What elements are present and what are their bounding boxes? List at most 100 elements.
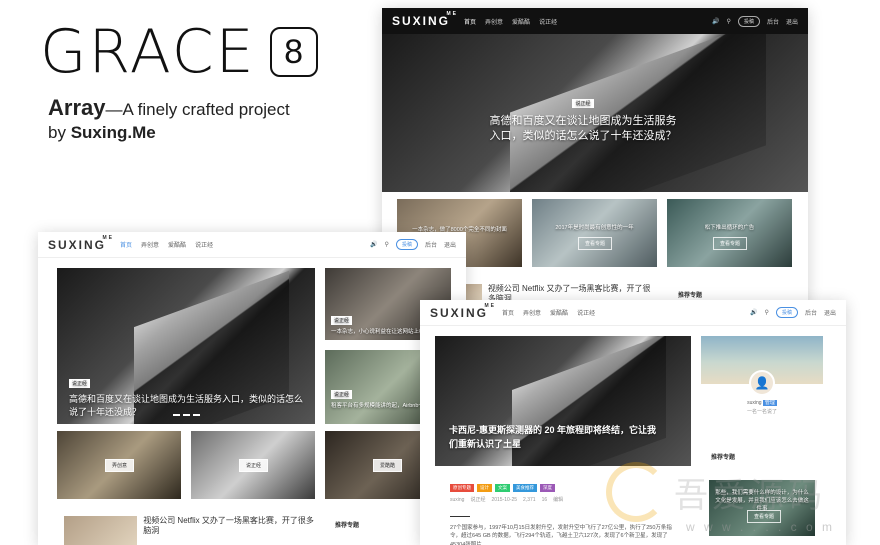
tagline-rest: —A finely crafted project (105, 100, 290, 119)
topic-button[interactable]: 查看专题 (578, 237, 613, 250)
nav-bar: SUXING ME 首页 弄创意 爱酷酷 说正经 🔊 ⚲ 投稿 后台 退出 (38, 232, 466, 258)
publish-date: 2015-10-25 (491, 496, 518, 503)
tag-link[interactable]: 文案 (495, 484, 510, 492)
hero-caption: 说正经 高德和百度又在谈让地图成为生活服务 入口，类似的话怎么说了十年还没成？ (468, 92, 698, 144)
slider-dots[interactable] (173, 414, 200, 416)
article-title: 卡西尼-惠更斯探测器的 20 年旅程即将终结，它让我 们重新认识了土星 (449, 424, 681, 451)
menu-item-home[interactable]: 首页 (502, 308, 514, 317)
hero-caption: 说正经 高德和百度又在谈让地图成为生活服务入口，类似的话怎么说了十年还没成？ (69, 372, 305, 418)
bell-icon[interactable]: 🔊 (370, 241, 377, 248)
profile-bio: 一名一名说了 (746, 409, 777, 415)
category-card[interactable]: 说正经 (191, 431, 315, 499)
main-menu: 首页 弄创意 爱酷酷 说正经 (464, 17, 712, 26)
card-image[interactable]: 松下推出循环的广告 查看专题 (667, 199, 792, 267)
author-name: Suxing.Me (70, 123, 156, 142)
sidebar-title: 推荐专题 (678, 293, 703, 299)
category-label[interactable]: 弄创意 (105, 459, 135, 472)
search-icon[interactable]: ⚲ (385, 241, 389, 248)
submit-button[interactable]: 投稿 (775, 307, 798, 318)
promo-stage: GRACE 8 Array—A finely crafted project b… (0, 0, 880, 545)
author-name[interactable]: suxing (450, 497, 464, 503)
list-item[interactable]: 视频公司 Netflix 又办了一场黑客比赛，开了很多脑洞 (64, 516, 314, 545)
logout-link[interactable]: 退出 (444, 240, 456, 249)
menu-item-serious[interactable]: 说正经 (195, 240, 213, 249)
menu-item-serious[interactable]: 说正经 (577, 308, 595, 317)
divider (450, 516, 470, 517)
tag-link[interactable]: 深度 (540, 484, 555, 492)
menu-item-creative[interactable]: 弄创意 (523, 308, 541, 317)
site-logo[interactable]: SUXING ME (392, 11, 456, 28)
site-logo[interactable]: SUXING ME (430, 303, 494, 320)
menu-item-creative[interactable]: 弄创意 (141, 240, 159, 249)
array-word: Array (48, 95, 106, 120)
profile-name[interactable]: suxing (747, 400, 761, 406)
hero-tag[interactable]: 说正经 (69, 379, 91, 388)
profile-name-row: suxing 管理 (701, 399, 823, 406)
search-icon[interactable]: ⚲ (765, 309, 769, 316)
article-body: 27个国家参与，1997年10月15日发射升空，发射升空中飞行了27亿公里，执行… (450, 525, 672, 545)
category-label[interactable]: 说正经 (239, 459, 269, 472)
card-title: 松下推出循环的广告 (704, 225, 755, 231)
topic-button[interactable]: 查看专题 (713, 237, 748, 250)
submit-button[interactable]: 投稿 (395, 239, 418, 250)
tagline: Array—A finely crafted project (48, 95, 290, 121)
list-thumb (64, 516, 138, 545)
bell-icon[interactable]: 🔊 (750, 309, 757, 316)
tag-link[interactable]: 设计 (477, 484, 492, 492)
logout-link[interactable]: 退出 (824, 308, 836, 317)
like-count[interactable]: 16 (542, 497, 548, 503)
nav-tools: 🔊 ⚲ 投稿 后台 退出 (370, 239, 456, 250)
watermark-logo-icon (606, 462, 666, 522)
hero-image[interactable]: 说正经 高德和百度又在谈让地图成为生活服务入口，类似的话怎么说了十年还没成？ (57, 268, 315, 424)
bell-icon[interactable]: 🔊 (712, 18, 719, 25)
logout-link[interactable]: 退出 (786, 17, 798, 26)
category-card[interactable]: 弄创意 (57, 431, 181, 499)
watermark: 吾爱源码 (606, 462, 826, 522)
site-logo[interactable]: SUXING ME (48, 235, 112, 252)
by-word: by (48, 123, 66, 142)
article-tags: 原创专题 设计 文案 美食推荐 深度 (450, 484, 555, 492)
list-title[interactable]: 视频公司 Netflix 又办了一场黑客比赛，开了很多脑洞 (143, 516, 314, 545)
watermark-url: w w w . . . . c o m (686, 520, 836, 534)
submit-button[interactable]: 投稿 (737, 15, 760, 27)
card-image[interactable]: 2017年是时尚最有创意性的一年 查看专题 (532, 199, 657, 267)
brand-word: GRACE (40, 17, 256, 87)
card-title: 2017年是时尚最有创意性的一年 (555, 225, 634, 231)
list-thumb (464, 284, 482, 300)
byline: by Suxing.Me (48, 123, 156, 143)
hero-title-2[interactable]: 入口，类似的话怎么说了十年还没成？ (468, 129, 698, 144)
avatar[interactable]: 👤 (749, 370, 775, 396)
menu-item-home[interactable]: 首页 (120, 240, 132, 249)
hero-image[interactable]: 说正经 高德和百度又在谈让地图成为生活服务 入口，类似的话怎么说了十年还没成？ (382, 34, 808, 192)
menu-item-cool[interactable]: 爱酷酷 (512, 17, 530, 26)
nav-tools: 🔊 ⚲ 投稿 后台 退出 (712, 15, 798, 27)
screenshot-desktop-light: SUXING ME 首页 弄创意 爱酷酷 说正经 🔊 ⚲ 投稿 后台 退出 说正经… (38, 232, 466, 545)
category-label[interactable]: 爱酷酷 (373, 459, 403, 472)
menu-item-serious[interactable]: 说正经 (539, 17, 557, 26)
sidebar-title: 推荐专题 (335, 523, 360, 529)
main-menu: 首页 弄创意 爱酷酷 说正经 (502, 308, 750, 317)
edit-link[interactable]: 编辑 (553, 496, 563, 503)
search-icon[interactable]: ⚲ (727, 18, 731, 25)
menu-item-home[interactable]: 首页 (464, 17, 476, 26)
admin-link[interactable]: 后台 (767, 17, 779, 26)
hero-tag[interactable]: 说正经 (572, 99, 594, 108)
article-title-1: 卡西尼-惠更斯探测器的 20 年旅程即将终结，它让我 (449, 425, 657, 435)
tag-link[interactable]: 美食推荐 (513, 484, 537, 492)
admin-link[interactable]: 后台 (805, 308, 817, 317)
nav-bar: SUXING ME 首页 弄创意 爱酷酷 说正经 🔊 ⚲ 投稿 后台 退出 (382, 8, 808, 34)
sidebar-title: 推荐专题 (711, 455, 736, 461)
admin-link[interactable]: 后台 (425, 240, 437, 249)
version-badge: 8 (269, 27, 318, 77)
category-link[interactable]: 说正经 (470, 496, 485, 503)
menu-item-creative[interactable]: 弄创意 (485, 17, 503, 26)
nav-tools: 🔊 ⚲ 投稿 后台 退出 (750, 307, 836, 318)
brand-title: GRACE 8 (40, 22, 318, 82)
menu-item-cool[interactable]: 爱酷酷 (168, 240, 186, 249)
profile-badge: 管理 (762, 400, 777, 406)
main-menu: 首页 弄创意 爱酷酷 说正经 (120, 240, 370, 249)
tag-link[interactable]: 原创专题 (450, 484, 474, 492)
article-cover: 卡西尼-惠更斯探测器的 20 年旅程即将终结，它让我 们重新认识了土星 (435, 336, 691, 466)
menu-item-cool[interactable]: 爱酷酷 (550, 308, 568, 317)
hero-title-1[interactable]: 高德和百度又在谈让地图成为生活服务 (468, 114, 698, 129)
